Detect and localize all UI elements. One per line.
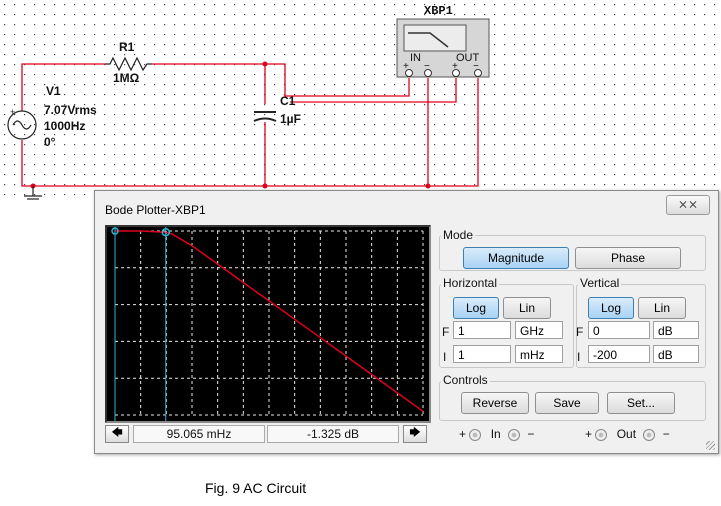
c1-name: C1 (280, 94, 296, 108)
cursor-right-button[interactable]: 🡆 (403, 425, 427, 443)
v1-amplitude: 7.07Vrms (44, 103, 97, 117)
horizontal-initial-unit-select[interactable]: mHz (515, 345, 563, 363)
instrument-in-plus: + (403, 61, 409, 72)
cursor-navigation-bar: 🡄 95.065 mHz -1.325 dB 🡆 (105, 425, 429, 443)
vertical-final-input[interactable]: 0 (588, 321, 650, 339)
instrument-label: XBP1 (424, 4, 453, 18)
plot-grid (114, 230, 424, 416)
set-button[interactable]: Set... (607, 392, 675, 414)
in-minus-label: − (527, 427, 535, 441)
figure-caption: Fig. 9 AC Circuit (205, 480, 307, 496)
phase-button[interactable]: Phase (575, 247, 681, 269)
c1-value: 1µF (280, 112, 301, 126)
horizontal-lin-button[interactable]: Lin (503, 297, 551, 319)
bode-plot-svg (111, 227, 424, 421)
horizontal-title: Horizontal (441, 276, 500, 290)
instrument-in-minus: − (424, 61, 430, 72)
in-plus-terminal[interactable] (469, 428, 482, 441)
out-terminals: + Out − (585, 427, 670, 441)
reverse-button[interactable]: Reverse (461, 392, 529, 414)
cursor-frequency-readout: 95.065 mHz (133, 425, 265, 443)
horizontal-final-input[interactable]: 1 (453, 321, 511, 339)
horizontal-final-unit-select[interactable]: GHz (515, 321, 563, 339)
vertical-initial-unit[interactable]: dB (653, 345, 699, 363)
magnitude-button[interactable]: Magnitude (463, 247, 569, 269)
instrument-out-minus: − (473, 61, 479, 72)
svg-text:+: + (10, 107, 15, 117)
in-minus-terminal[interactable] (508, 428, 521, 441)
r1-value: 1MΩ (113, 71, 140, 85)
horizontal-initial-label: I (443, 350, 447, 364)
vertical-title: Vertical (578, 276, 622, 290)
v1-name: V1 (46, 84, 61, 98)
horizontal-initial-input[interactable]: 1 (453, 345, 511, 363)
schematic-drawing: + (0, 0, 721, 203)
out-minus-label: − (662, 427, 670, 441)
horizontal-log-button[interactable]: Log (453, 297, 499, 319)
horizontal-final-label: F (442, 325, 450, 339)
in-plus-label: + (459, 427, 467, 441)
instrument-in-label: IN (410, 52, 421, 64)
in-label: In (490, 427, 501, 441)
cursor-left-button[interactable]: 🡄 (105, 425, 129, 443)
vertical-initial-label: I (577, 350, 581, 364)
grid-dots (0, 0, 721, 200)
controls-title: Controls (441, 373, 490, 387)
plot-marks (111, 227, 424, 421)
bode-plot-display[interactable] (105, 225, 431, 423)
mode-title: Mode (441, 228, 476, 242)
window-title: Bode Plotter-XBP1 (105, 203, 206, 217)
out-plus-label: + (585, 427, 593, 441)
vertical-log-button[interactable]: Log (588, 297, 634, 319)
close-icon: ⨯⨯ (677, 197, 699, 211)
save-button[interactable]: Save (535, 392, 599, 414)
out-minus-terminal[interactable] (643, 428, 656, 441)
r1-name: R1 (119, 40, 135, 54)
vertical-initial-input[interactable]: -200 (588, 345, 650, 363)
cursor-magnitude-readout: -1.325 dB (267, 425, 399, 443)
close-button[interactable]: ⨯⨯ (666, 195, 710, 215)
out-plus-terminal[interactable] (595, 428, 608, 441)
vertical-final-unit[interactable]: dB (653, 321, 699, 339)
out-label: Out (616, 427, 637, 441)
bode-plotter-window[interactable]: Bode Plotter-XBP1 ⨯⨯ 🡄 95.065 mHz -1.325… (94, 190, 719, 454)
right-arrow-icon: 🡆 (409, 427, 421, 439)
v1-frequency: 1000Hz (44, 119, 86, 133)
schematic-canvas[interactable]: + XBP1 IN OUT + − + − R1 1MΩ C1 1µF V1 7… (0, 0, 721, 203)
left-arrow-icon: 🡄 (111, 427, 123, 439)
instrument-out-plus: + (452, 61, 458, 72)
vertical-lin-button[interactable]: Lin (638, 297, 686, 319)
in-terminals: + In − (459, 427, 534, 441)
vertical-final-label: F (576, 325, 584, 339)
v1-phase: 0° (44, 135, 56, 149)
resize-grip[interactable] (706, 441, 715, 450)
